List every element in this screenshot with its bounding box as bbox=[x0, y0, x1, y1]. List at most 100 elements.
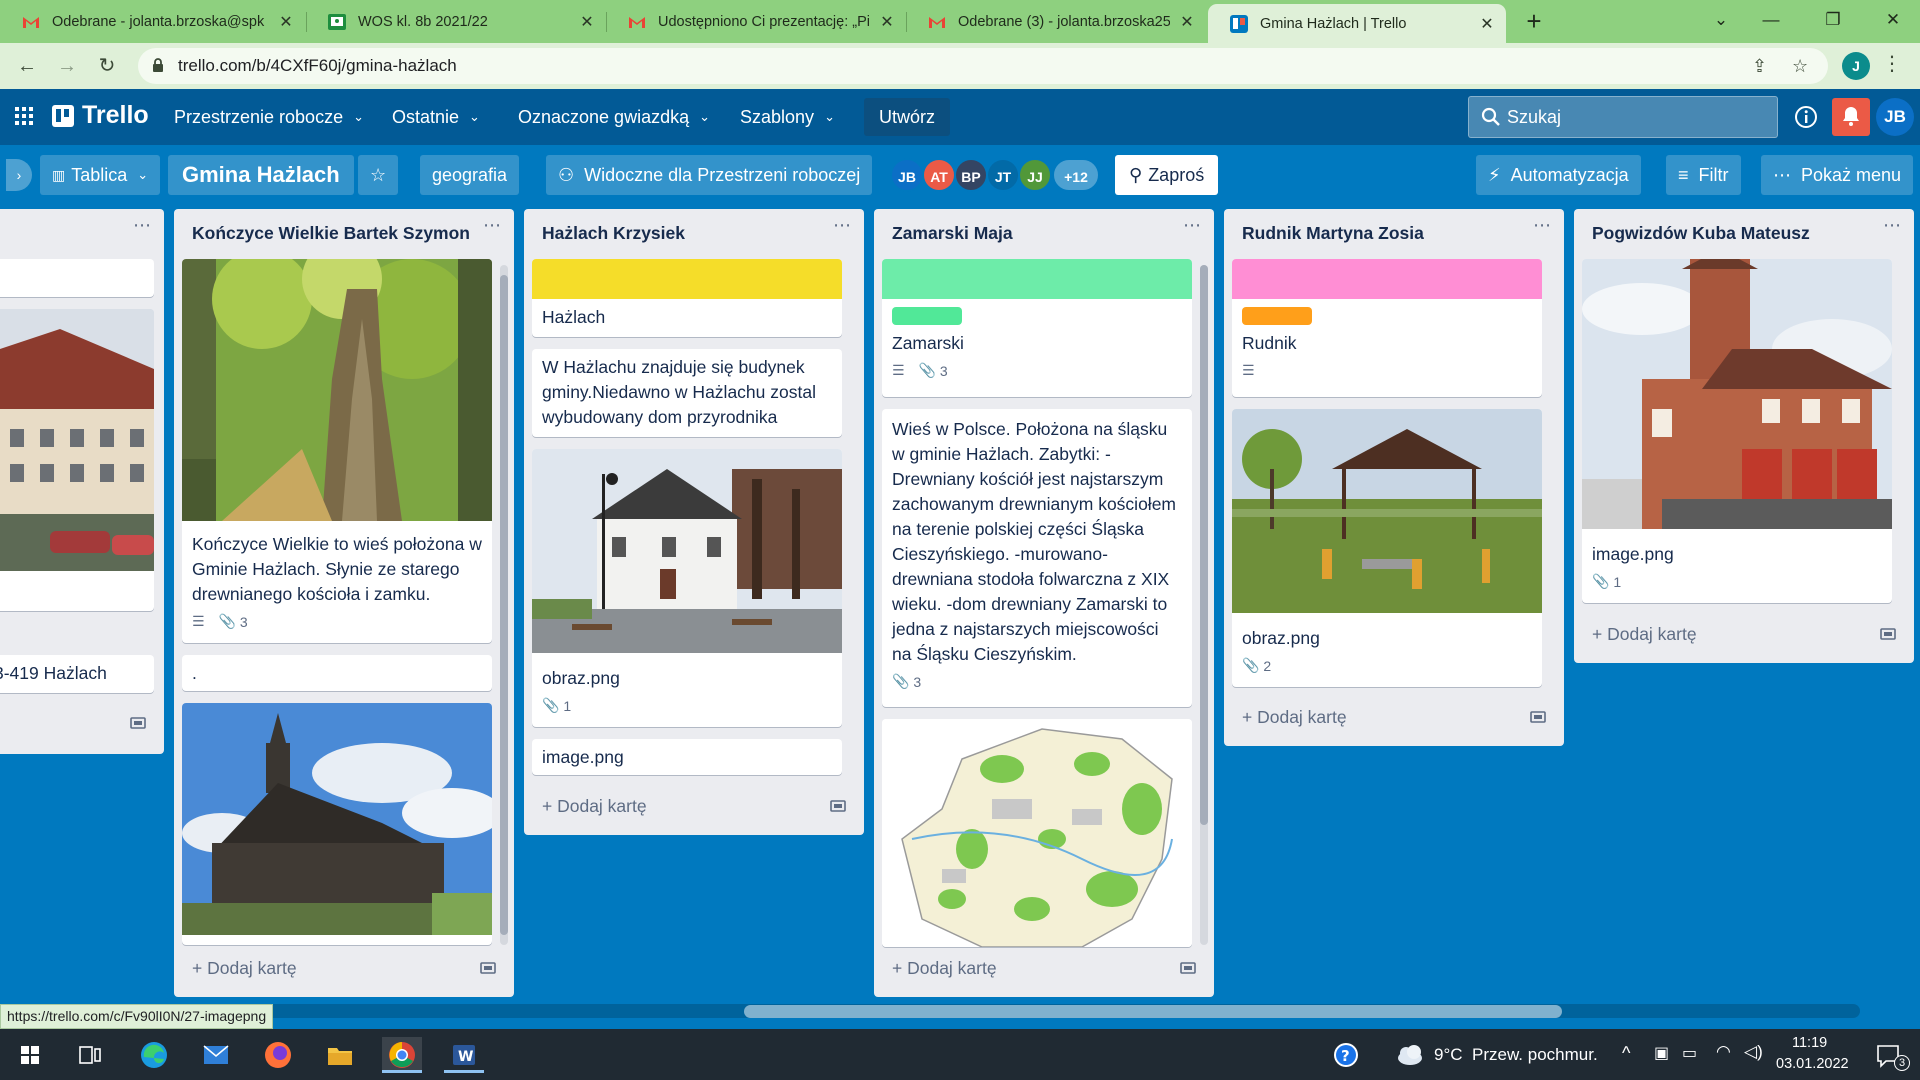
list-item[interactable]: image.png 📎 1 bbox=[1582, 259, 1892, 603]
member-avatar[interactable]: BP bbox=[954, 158, 988, 192]
list-item[interactable] bbox=[882, 719, 1192, 947]
list-item[interactable]: Zamarski ☰ 📎 3 bbox=[882, 259, 1192, 397]
template-icon[interactable] bbox=[1180, 960, 1196, 981]
info-icon[interactable] bbox=[1792, 103, 1820, 131]
list-item[interactable]: obraz.png 📎 1 bbox=[532, 449, 842, 727]
board-scrollbar-thumb[interactable] bbox=[744, 1005, 1562, 1018]
expand-sidebar-button[interactable]: › bbox=[6, 159, 32, 191]
close-icon[interactable]: ✕ bbox=[1178, 12, 1196, 32]
menu-starred[interactable]: Oznaczone gwiazdką ⌄ bbox=[506, 99, 722, 135]
word-icon[interactable]: W bbox=[444, 1037, 484, 1073]
automation-button[interactable]: ⚡ Automatyzacja bbox=[1476, 155, 1641, 195]
clock-date[interactable]: 03.01.2022 bbox=[1776, 1056, 1849, 1072]
template-icon[interactable] bbox=[1530, 709, 1546, 730]
add-card-button[interactable]: + Dodaj kartę bbox=[1592, 624, 1697, 645]
more-vert-icon[interactable]: ⋮ bbox=[1882, 51, 1902, 76]
close-icon[interactable]: ✕ bbox=[878, 12, 896, 32]
user-avatar[interactable]: JB bbox=[1876, 98, 1914, 136]
weather-temperature[interactable]: 9°C bbox=[1434, 1045, 1463, 1065]
list-title[interactable]: Pogwizdów Kuba Mateusz bbox=[1592, 223, 1810, 244]
close-icon[interactable]: ✕ bbox=[578, 12, 596, 32]
task-view-icon[interactable] bbox=[70, 1037, 110, 1073]
list-item[interactable]: W Hażlachu znajduje się budynek gminy.Ni… bbox=[532, 349, 842, 437]
list-menu-icon[interactable]: ⋯ bbox=[133, 215, 152, 236]
share-icon[interactable]: ⇪ bbox=[1752, 56, 1767, 77]
more-members-badge[interactable]: +12 bbox=[1052, 158, 1100, 192]
tab-shared-presentation[interactable]: Udostępniono Ci prezentację: „Pi ✕ bbox=[606, 0, 906, 43]
list-item[interactable] bbox=[0, 259, 154, 297]
board-title[interactable]: Gmina Hażlach bbox=[168, 155, 354, 195]
search-input[interactable]: Szukaj bbox=[1468, 96, 1778, 138]
template-icon[interactable] bbox=[130, 715, 146, 736]
show-menu-button[interactable]: ⋯ Pokaż menu bbox=[1761, 155, 1914, 195]
member-avatar[interactable]: JT bbox=[986, 158, 1020, 192]
list-item[interactable]: Wieś w Polsce. Położona na śląsku w gmin… bbox=[882, 409, 1192, 707]
card-label[interactable] bbox=[892, 307, 962, 325]
notifications-bell-icon[interactable] bbox=[1832, 98, 1870, 136]
firefox-icon[interactable] bbox=[258, 1037, 298, 1073]
member-avatar[interactable]: JJ bbox=[1018, 158, 1052, 192]
window-close-button[interactable]: ✕ bbox=[1868, 0, 1918, 40]
file-explorer-icon[interactable] bbox=[320, 1037, 360, 1073]
wifi-icon[interactable]: ◠ bbox=[1716, 1042, 1731, 1062]
bookmark-star-icon[interactable]: ☆ bbox=[1792, 56, 1808, 77]
add-card-button[interactable]: + Dodaj kartę bbox=[192, 958, 297, 979]
list-item[interactable]: Kończyce Wielkie to wieś położona w Gmin… bbox=[182, 259, 492, 643]
battery-icon[interactable]: ▭ bbox=[1682, 1043, 1697, 1063]
weather-description[interactable]: Przew. pochmur. bbox=[1472, 1045, 1598, 1065]
list-menu-icon[interactable]: ⋯ bbox=[1183, 215, 1202, 236]
template-icon[interactable] bbox=[1880, 626, 1896, 647]
restore-button[interactable]: ❐ bbox=[1808, 0, 1858, 40]
apps-grid-icon[interactable] bbox=[14, 106, 34, 131]
address-bar[interactable]: trello.com/b/4CXfF60j/gmina-hażlach ⇪ ☆ bbox=[138, 48, 1828, 84]
list-item[interactable]: . bbox=[182, 703, 492, 945]
chevron-up-icon[interactable]: ^ bbox=[1622, 1043, 1630, 1064]
close-icon[interactable]: ✕ bbox=[277, 12, 295, 32]
add-card-button[interactable]: + Dodaj kartę bbox=[892, 958, 997, 979]
list-item[interactable]: 3-419 Hażlach bbox=[0, 655, 154, 693]
help-icon[interactable]: ? bbox=[1326, 1037, 1366, 1073]
menu-workspaces[interactable]: Przestrzenie robocze ⌄ bbox=[162, 99, 376, 135]
tab-trello-board[interactable]: Gmina Hażlach | Trello ✕ bbox=[1208, 4, 1506, 43]
visibility-button[interactable]: ⚇ Widoczne dla Przestrzeni roboczej bbox=[546, 155, 873, 195]
device-icon[interactable]: ▣ bbox=[1654, 1043, 1669, 1063]
list-menu-icon[interactable]: ⋯ bbox=[483, 215, 502, 236]
add-card-button[interactable]: + Dodaj kartę bbox=[1242, 707, 1347, 728]
new-tab-button[interactable]: + bbox=[1518, 6, 1550, 38]
back-button[interactable]: ← bbox=[12, 51, 42, 81]
list-menu-icon[interactable]: ⋯ bbox=[1883, 215, 1902, 236]
invite-button[interactable]: ⚲ Zaproś bbox=[1115, 155, 1219, 195]
tab-gmail-inbox-3[interactable]: Odebrane (3) - jolanta.brzoska25 ✕ bbox=[906, 0, 1206, 43]
tab-gmail-inbox[interactable]: Odebrane - jolanta.brzoska@spk ✕ bbox=[0, 0, 305, 43]
trello-logo[interactable]: Trello bbox=[52, 101, 149, 130]
list-scrollbar[interactable] bbox=[500, 265, 508, 945]
weather-cloud-icon[interactable] bbox=[1390, 1037, 1430, 1073]
create-button[interactable]: Utwórz bbox=[864, 98, 951, 136]
template-icon[interactable] bbox=[480, 960, 496, 981]
close-icon[interactable]: ✕ bbox=[1478, 14, 1496, 34]
list-item[interactable]: obraz.png 📎 2 bbox=[1232, 409, 1542, 687]
list-title[interactable]: Rudnik Martyna Zosia bbox=[1242, 223, 1424, 244]
volume-icon[interactable]: ◁) bbox=[1744, 1042, 1763, 1062]
list-menu-icon[interactable]: ⋯ bbox=[833, 215, 852, 236]
filter-button[interactable]: ≡ Filtr bbox=[1666, 155, 1741, 195]
mail-icon[interactable] bbox=[196, 1037, 236, 1073]
list-title[interactable]: Kończyce Wielkie Bartek Szymon bbox=[192, 223, 470, 244]
board-view-switcher[interactable]: ▥ Tablica ⌄ bbox=[40, 155, 161, 195]
reload-button[interactable]: ↻ bbox=[92, 51, 122, 81]
windows-start-icon[interactable] bbox=[10, 1037, 50, 1073]
tab-search-icon[interactable]: ⌄ bbox=[1696, 0, 1746, 40]
menu-recent[interactable]: Ostatnie ⌄ bbox=[380, 99, 492, 135]
forward-button[interactable]: → bbox=[52, 51, 82, 81]
minimize-button[interactable]: — bbox=[1746, 0, 1796, 40]
list-item[interactable]: . bbox=[182, 655, 492, 691]
list-title[interactable]: Zamarski Maja bbox=[892, 223, 1013, 244]
list-menu-icon[interactable]: ⋯ bbox=[1533, 215, 1552, 236]
chrome-icon[interactable] bbox=[382, 1037, 422, 1073]
list-title[interactable]: Hażlach Krzysiek bbox=[542, 223, 685, 244]
list-item[interactable] bbox=[0, 309, 154, 611]
list-item[interactable]: image.png bbox=[532, 739, 842, 775]
workspace-button[interactable]: geografia bbox=[420, 155, 520, 195]
menu-templates[interactable]: Szablony ⌄ bbox=[728, 99, 847, 135]
profile-avatar[interactable]: J bbox=[1842, 52, 1870, 80]
